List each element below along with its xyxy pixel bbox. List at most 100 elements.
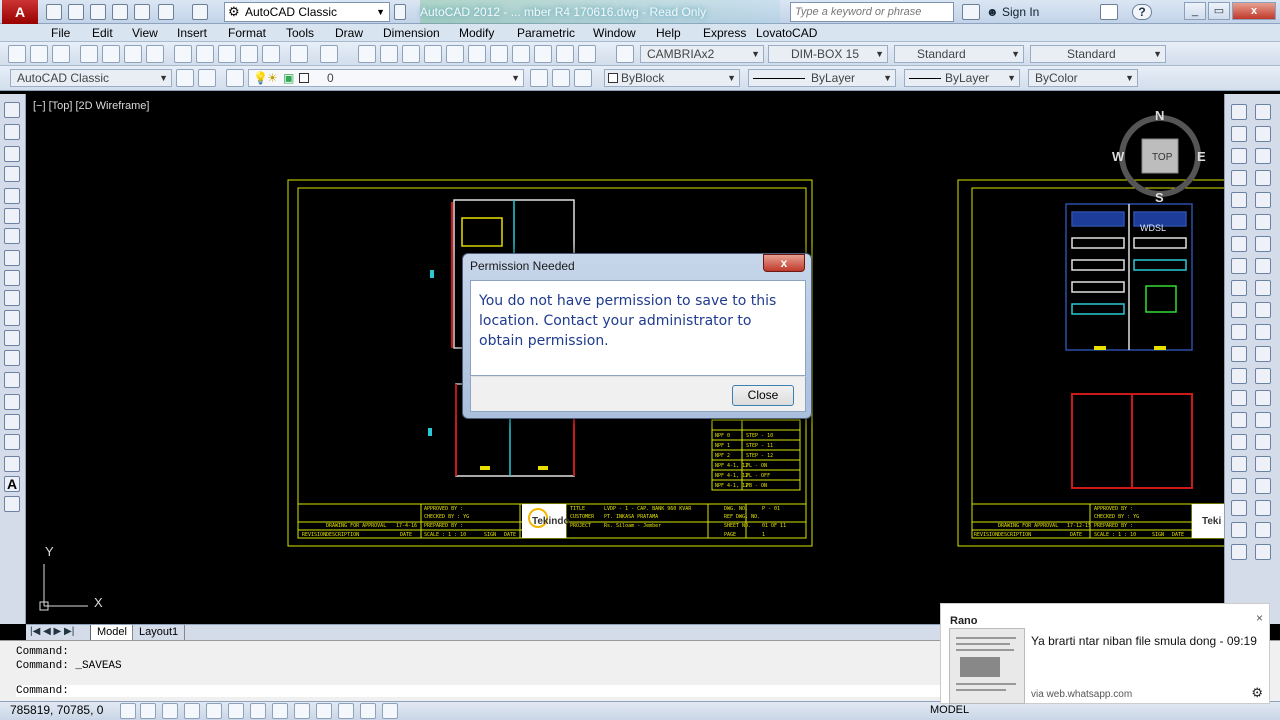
offset-icon[interactable] [1255, 170, 1271, 186]
redo-icon[interactable] [320, 45, 338, 63]
polar-icon[interactable] [206, 703, 222, 719]
make-block-icon[interactable] [4, 350, 20, 366]
mleader-style-select[interactable]: Standard ▼ [1030, 45, 1166, 63]
table-icon[interactable] [4, 456, 20, 472]
tool-palettes-icon[interactable] [490, 45, 508, 63]
exchange-x-icon[interactable] [1100, 4, 1118, 20]
ellipse-arc-icon[interactable] [4, 310, 20, 326]
3d-osnap-icon[interactable] [250, 703, 266, 719]
grid-icon[interactable] [162, 703, 178, 719]
draw-order-icon[interactable] [1255, 544, 1271, 560]
insert-block-icon[interactable] [4, 330, 20, 346]
viewcube-top[interactable]: TOP [1152, 152, 1173, 163]
redo-icon[interactable] [192, 4, 208, 20]
new-icon[interactable] [46, 4, 62, 20]
quick-access-dropdown-icon[interactable] [394, 4, 406, 20]
arc-icon[interactable] [4, 208, 20, 224]
3d-dwf-icon[interactable] [146, 45, 164, 63]
text-style-icon[interactable] [616, 45, 634, 63]
ordinate-icon[interactable] [1231, 170, 1247, 186]
align-icon[interactable] [1255, 522, 1271, 538]
menu-window[interactable]: Window [593, 25, 636, 41]
menu-lovatocad[interactable]: LovatoCAD [756, 25, 817, 41]
dimension-update-icon[interactable] [1231, 522, 1247, 538]
model-indicator[interactable]: MODEL [930, 704, 969, 716]
menu-view[interactable]: View [132, 25, 158, 41]
dialog-close-icon[interactable]: x [763, 254, 805, 272]
chamfer-icon[interactable] [1255, 412, 1271, 428]
make-current-layer-icon[interactable] [530, 69, 548, 87]
lengthen-icon[interactable] [1255, 500, 1271, 516]
linetype-select[interactable]: ByLayer ▼ [748, 69, 896, 87]
erase-icon[interactable] [1255, 104, 1271, 120]
copy-icon[interactable] [196, 45, 214, 63]
pan-icon[interactable] [358, 45, 376, 63]
radius-icon[interactable] [1231, 192, 1247, 208]
menu-help[interactable]: Help [656, 25, 681, 41]
undo-icon[interactable] [290, 45, 308, 63]
qnew-icon[interactable] [8, 45, 26, 63]
dimension-break-icon[interactable] [1231, 368, 1247, 384]
diameter-icon[interactable] [1231, 236, 1247, 252]
match-properties-icon[interactable] [240, 45, 258, 63]
scale-icon[interactable] [1255, 258, 1271, 274]
notification-close-icon[interactable]: × [1256, 611, 1263, 625]
infer-constraints-icon[interactable] [120, 703, 136, 719]
layer-properties-icon[interactable] [226, 69, 244, 87]
inspection-icon[interactable] [1231, 434, 1247, 450]
linear-dimension-icon[interactable] [1231, 104, 1247, 120]
dyn-icon[interactable] [316, 703, 332, 719]
viewcube-south[interactable]: S [1155, 190, 1164, 205]
open-icon[interactable] [30, 45, 48, 63]
polyline-icon[interactable] [4, 146, 20, 162]
copy-object-icon[interactable] [1255, 126, 1271, 142]
close-button[interactable]: Close [732, 385, 794, 406]
ellipse-icon[interactable] [4, 290, 20, 306]
undo-icon[interactable] [158, 4, 174, 20]
layer-state-icon[interactable] [574, 69, 592, 87]
quick-properties-icon[interactable] [382, 703, 398, 719]
open-icon[interactable] [68, 4, 84, 20]
point-icon[interactable] [4, 372, 20, 388]
workspace-settings-icon[interactable] [176, 69, 194, 87]
join-icon[interactable] [1255, 390, 1271, 406]
viewcube-east[interactable]: E [1197, 149, 1206, 164]
menu-draw[interactable]: Draw [335, 25, 363, 41]
cut-icon[interactable] [174, 45, 192, 63]
rectangle-icon[interactable] [4, 188, 20, 204]
rotate-icon[interactable] [1255, 236, 1271, 252]
sign-in-link[interactable]: ☻ Sign In [986, 3, 1039, 21]
ducs-icon[interactable] [294, 703, 310, 719]
workspace-save-icon[interactable] [198, 69, 216, 87]
color-select[interactable]: ByBlock ▼ [604, 69, 740, 87]
minimize-button[interactable]: _ [1184, 2, 1206, 20]
plot-preview-icon[interactable] [102, 45, 120, 63]
dimension-text-edit-icon[interactable] [1231, 500, 1247, 516]
quick-dimension-icon[interactable] [1231, 280, 1247, 296]
dimension-edit-icon[interactable] [1231, 478, 1247, 494]
plot-icon[interactable] [134, 4, 150, 20]
tab-model[interactable]: Model [90, 625, 134, 641]
angular-icon[interactable] [1231, 258, 1247, 274]
array-icon[interactable] [1255, 192, 1271, 208]
plotstyle-select[interactable]: ByColor ▼ [1028, 69, 1138, 87]
tab-scroll-icons[interactable]: |◀ ◀ ▶ ▶| [30, 626, 74, 637]
osnap-icon[interactable] [228, 703, 244, 719]
arc-length-icon[interactable] [1231, 148, 1247, 164]
restore-button[interactable]: ▭ [1208, 2, 1230, 20]
dimension-space-icon[interactable] [1231, 346, 1247, 362]
paste-icon[interactable] [218, 45, 236, 63]
help-button[interactable]: ? [1132, 4, 1152, 20]
publish-icon[interactable] [124, 45, 142, 63]
quickcalc-icon[interactable] [556, 45, 574, 63]
menu-file[interactable]: File [51, 25, 70, 41]
otrack-icon[interactable] [272, 703, 288, 719]
jogged-icon[interactable] [1231, 214, 1247, 230]
workspace-select[interactable]: ⚙ AutoCAD Classic ▼ [224, 2, 390, 22]
region-icon[interactable] [4, 434, 20, 450]
lineweight-select[interactable]: ByLayer ▼ [904, 69, 1020, 87]
plot-icon[interactable] [80, 45, 98, 63]
close-window-button[interactable]: x [1232, 2, 1276, 20]
text-style-select[interactable]: CAMBRIAx2 ▼ [640, 45, 764, 63]
polygon-icon[interactable] [4, 166, 20, 182]
